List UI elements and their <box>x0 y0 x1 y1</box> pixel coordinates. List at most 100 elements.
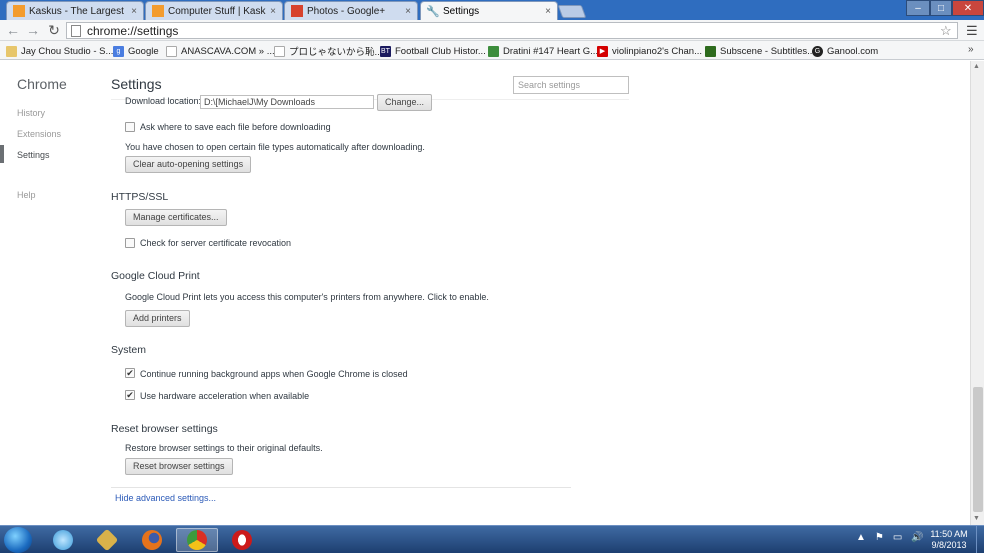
bookmark-label: Subscene - Subtitles... <box>720 45 816 57</box>
taskbar-clock[interactable]: 11:50 AM 9/8/2013 <box>924 529 974 551</box>
show-desktop-button[interactable] <box>976 526 984 553</box>
maximize-button[interactable]: □ <box>930 0 952 16</box>
tab-computer-stuff[interactable]: Computer Stuff | Kaskus - × <box>145 1 283 20</box>
background-apps-label: Continue running background apps when Go… <box>140 369 408 379</box>
bookmark-label: Jay Chou Studio - S... <box>21 45 114 57</box>
tab-title: Kaskus - The Largest Indo <box>29 5 127 17</box>
url-text[interactable]: chrome://settings <box>87 24 178 38</box>
certificate-revocation-checkbox[interactable] <box>125 238 135 248</box>
close-icon[interactable]: × <box>270 6 276 17</box>
menu-icon[interactable]: ☰ <box>966 23 978 39</box>
reset-description: Restore browser settings to their origin… <box>125 443 323 453</box>
bookmark-item[interactable]: Jay Chou Studio - S... <box>6 44 113 58</box>
kaskus-favicon <box>152 5 164 17</box>
ask-save-location-checkbox[interactable] <box>125 122 135 132</box>
bt-favicon: BT <box>380 45 391 57</box>
tools-icon <box>95 528 119 552</box>
bookmark-item[interactable]: BT Football Club Histor... <box>380 44 486 58</box>
bookmark-item[interactable]: g Google <box>113 44 159 58</box>
sidebar-item-extensions[interactable]: Extensions <box>17 129 61 139</box>
sidebar-item-settings[interactable]: Settings <box>17 150 50 160</box>
folder-icon <box>6 45 17 57</box>
taskbar-app-firefox[interactable] <box>131 528 173 552</box>
background-apps-checkbox[interactable]: ✔ <box>125 368 135 378</box>
address-bar[interactable]: chrome://settings <box>66 22 958 39</box>
bookmarks-bar: Jay Chou Studio - S... g Google ANASCAVA… <box>0 41 984 60</box>
cloud-print-section-title: Google Cloud Print <box>111 270 200 282</box>
tab-kaskus[interactable]: Kaskus - The Largest Indo × <box>6 1 144 20</box>
clock-time: 11:50 AM <box>930 529 968 539</box>
page-scrollbar[interactable]: ▲ ▼ <box>970 61 984 525</box>
https-section-title: HTTPS/SSL <box>111 191 169 203</box>
clock-date: 9/8/2013 <box>931 540 967 550</box>
pokemon-favicon <box>488 45 499 57</box>
bookmark-item[interactable]: Subscene - Subtitles... <box>705 44 815 58</box>
bookmarks-overflow-button[interactable]: » <box>968 44 974 55</box>
bookmark-label: Google <box>128 45 159 57</box>
back-button[interactable]: ← <box>5 22 21 38</box>
change-download-location-button[interactable]: Change... <box>377 94 433 111</box>
taskbar-app-media[interactable] <box>42 528 84 552</box>
manage-certificates-button[interactable]: Manage certificates... <box>125 209 227 226</box>
youtube-favicon: ▶ <box>597 45 608 57</box>
show-hidden-icons-icon[interactable]: ▲ <box>856 532 866 543</box>
chrome-icon <box>187 530 207 550</box>
scroll-down-arrow-icon[interactable]: ▼ <box>973 515 980 522</box>
hide-advanced-settings-link[interactable]: Hide advanced settings... <box>115 493 216 503</box>
tab-settings[interactable]: 🔧 Settings × <box>420 1 558 21</box>
sidebar-item-history[interactable]: History <box>17 108 45 118</box>
search-settings-input[interactable] <box>513 76 629 94</box>
reset-section-title: Reset browser settings <box>111 423 218 435</box>
volume-icon[interactable]: 🔊 <box>911 532 923 543</box>
auto-open-text: You have chosen to open certain file typ… <box>125 142 425 152</box>
close-icon[interactable]: × <box>405 6 411 17</box>
bookmark-item[interactable]: ▶ violinpiano2's Chan... <box>597 44 702 58</box>
tab-title: Photos - Google+ <box>307 5 386 17</box>
settings-page: Chrome History Extensions Settings Help … <box>0 61 970 525</box>
sidebar-item-help[interactable]: Help <box>17 190 36 200</box>
close-icon[interactable]: × <box>545 6 551 17</box>
certificate-revocation-label: Check for server certificate revocation <box>140 238 292 248</box>
tab-photos-google-plus[interactable]: Photos - Google+ × <box>284 1 418 20</box>
system-tray: ▲ ⚑ ▭ 🔊 <box>856 532 924 543</box>
subscene-favicon <box>705 45 716 57</box>
minimize-button[interactable]: – <box>906 0 930 16</box>
google-plus-favicon <box>291 5 303 17</box>
add-printers-button[interactable]: Add printers <box>125 310 190 327</box>
tab-title: Settings <box>443 6 480 17</box>
taskbar-app-chrome[interactable] <box>176 528 218 552</box>
bookmark-item[interactable]: G Ganool.com <box>812 44 878 58</box>
action-center-flag-icon[interactable]: ⚑ <box>875 532 884 543</box>
kaskus-favicon <box>13 5 25 17</box>
scrollbar-thumb[interactable] <box>973 387 983 512</box>
footer-divider <box>111 487 571 488</box>
clear-auto-opening-button[interactable]: Clear auto-opening settings <box>125 156 252 173</box>
opera-icon <box>232 530 252 550</box>
page-icon <box>274 45 285 57</box>
download-location-field[interactable]: D:\[MichaelJ\My Downloads <box>200 95 374 109</box>
reload-button[interactable]: ↻ <box>46 22 62 38</box>
taskbar-app-tools[interactable] <box>86 528 128 552</box>
taskbar-app-opera[interactable] <box>221 528 263 552</box>
bookmark-label: Ganool.com <box>827 45 879 57</box>
tab-strip: Kaskus - The Largest Indo × Computer Stu… <box>0 0 984 21</box>
bookmark-item[interactable]: Dratini #147 Heart G... <box>488 44 598 58</box>
forward-button[interactable]: → <box>25 22 41 38</box>
windows-media-icon <box>53 530 73 550</box>
reset-browser-settings-button[interactable]: Reset browser settings <box>125 458 233 475</box>
bookmark-item[interactable]: プロじゃないから恥... <box>274 44 382 58</box>
network-icon[interactable]: ▭ <box>893 532 902 543</box>
bookmark-star-icon[interactable]: ☆ <box>940 23 952 39</box>
ganool-favicon: G <box>812 45 823 57</box>
close-window-button[interactable]: ✕ <box>952 0 984 16</box>
start-button[interactable] <box>4 527 32 553</box>
chrome-brand: Chrome <box>17 76 67 92</box>
hardware-acceleration-label: Use hardware acceleration when available <box>140 391 310 401</box>
windows-taskbar: ▲ ⚑ ▭ 🔊 11:50 AM 9/8/2013 <box>0 525 984 553</box>
bookmark-item[interactable]: ANASCAVA.COM » ... <box>166 44 275 58</box>
hardware-acceleration-checkbox[interactable]: ✔ <box>125 390 135 400</box>
new-tab-button[interactable] <box>557 5 587 18</box>
close-icon[interactable]: × <box>131 6 137 17</box>
scroll-up-arrow-icon[interactable]: ▲ <box>973 63 980 70</box>
toolbar: ← → ↻ chrome://settings ☆ ☰ <box>0 20 984 41</box>
